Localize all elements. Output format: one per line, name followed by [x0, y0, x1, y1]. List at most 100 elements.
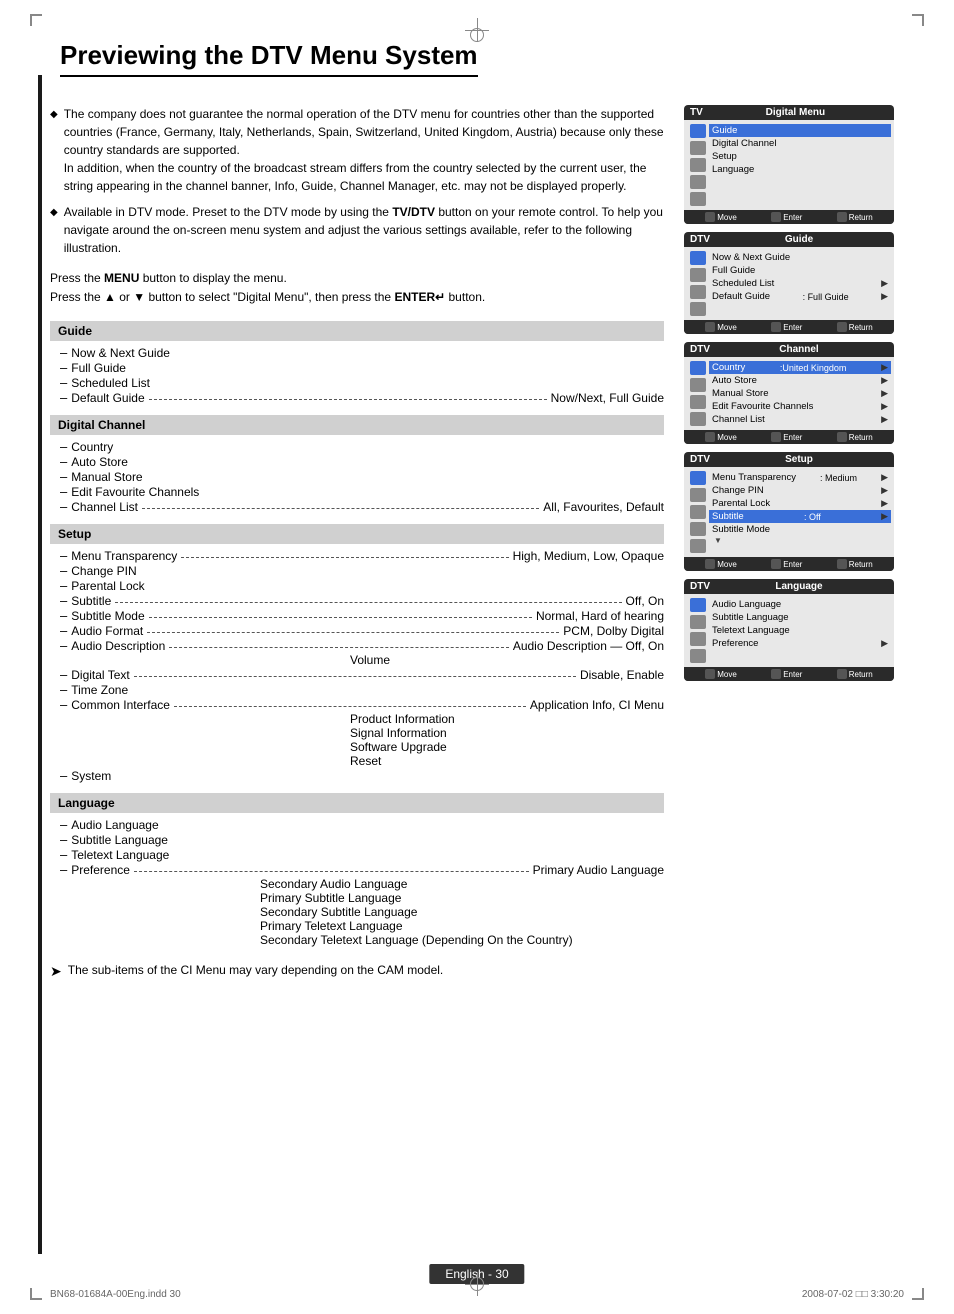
tv-panel-language: DTV Language Audio Language Subtit [684, 579, 894, 681]
setup-system-label: System [71, 769, 111, 783]
bullet-section: ◆ The company does not guarantee the nor… [50, 105, 664, 257]
setup-header: Setup [50, 524, 664, 544]
tv-footer-move-4: Move [705, 559, 737, 569]
tv-panel-digital-menu-content: Guide Digital Channel Setup Language [690, 124, 888, 206]
setup-menu-transparency: – Menu Transparency High, Medium, Low, O… [60, 548, 664, 563]
setup-digital-text-annotation: Disable, Enable [580, 668, 664, 682]
tv-icons-col-setup [690, 471, 708, 553]
tv-panel-language-title: Language [710, 581, 888, 592]
setup-system: – System [60, 768, 664, 783]
tv-footer-enter-3: Enter [771, 432, 802, 442]
tv-icon-lang-2 [690, 615, 706, 629]
setup-parental-lock: – Parental Lock [60, 578, 664, 593]
tv-footer-move-2: Move [705, 322, 737, 332]
setup-audio-format: – Audio Format PCM, Dolby Digital [60, 623, 664, 638]
tv-content-col-1: Guide Digital Channel Setup Language [712, 124, 888, 206]
tv-guide-scheduled: Scheduled List ▶ [712, 277, 888, 290]
lang-secondary-subtitle: Secondary Subtitle Language [60, 905, 664, 919]
tv-panel-guide-body: Now & Next Guide Full Guide Scheduled Li… [684, 247, 894, 320]
lang-primary-subtitle: Primary Subtitle Language [60, 891, 664, 905]
setup-subtitle-mode-annotation: Normal, Hard of hearing [536, 609, 664, 623]
tv-icons-col-language [690, 598, 708, 663]
setup-ci-reset: Reset [60, 754, 664, 768]
lang-audio-label: Audio Language [71, 818, 158, 832]
lang-secondary-audio: Secondary Audio Language [60, 877, 664, 891]
tv-icon-4 [690, 175, 706, 189]
tv-guide-now-next: Now & Next Guide [712, 251, 888, 264]
setup-digital-text-line [134, 676, 576, 677]
language-header: Language [50, 793, 664, 813]
setup-ci-software: Software Upgrade [60, 740, 664, 754]
tv-lang-audio: Audio Language [712, 598, 888, 611]
tv-footer-return-3: Return [837, 432, 873, 442]
lang-preference: – Preference Primary Audio Language [60, 862, 664, 877]
setup-digital-text-label: Digital Text [71, 668, 129, 682]
tv-panel-setup-label: DTV [690, 454, 710, 465]
bottom-crosshair [465, 1272, 489, 1296]
dc-channel-list: – Channel List All, Favourites, Default [60, 499, 664, 514]
tv-guide-full: Full Guide [712, 264, 888, 277]
dc-edit-fav-label: Edit Favourite Channels [71, 485, 199, 499]
guide-default-line [149, 399, 547, 400]
tv-panel-digital-menu: TV Digital Menu Guide [684, 105, 894, 224]
tv-panel-channel-title: Channel [710, 344, 888, 355]
tv-panel-guide-footer: Move Enter Return [684, 320, 894, 334]
tv-panel-language-content: Audio Language Subtitle Language Teletex… [690, 598, 888, 663]
tv-channel-auto-store: Auto Store ▶ [712, 374, 888, 387]
lang-primary-teletext: Primary Teletext Language [60, 919, 664, 933]
tv-menu-language: Language [712, 163, 888, 176]
digital-channel-section: Digital Channel – Country – Auto Store –… [50, 415, 664, 514]
setup-common-interface-annotation: Application Info, CI Menu [530, 698, 664, 712]
tv-icon-setup-4 [690, 522, 706, 536]
tv-panel-guide-title: Guide [710, 234, 888, 245]
setup-audio-desc-annotation: Audio Description — Off, On [513, 639, 664, 653]
tv-panel-setup: DTV Setup Menu Transparency : Med [684, 452, 894, 571]
bottom-note: ➤ The sub-items of the CI Menu may vary … [50, 963, 664, 980]
tv-icon-1 [690, 124, 706, 138]
tv-setup-subtitle-mode: Subtitle Mode [712, 523, 888, 536]
tv-panel-guide-label: DTV [690, 234, 710, 245]
digital-channel-items: – Country – Auto Store – Manual Store – … [50, 439, 664, 514]
left-accent-bar [38, 75, 42, 1254]
dc-auto-store: – Auto Store [60, 454, 664, 469]
setup-audio-format-annotation: PCM, Dolby Digital [563, 624, 664, 638]
setup-subtitle-mode: – Subtitle Mode Normal, Hard of hearing [60, 608, 664, 623]
tv-icon-setup-1 [690, 471, 706, 485]
tv-icon-channel-1 [690, 361, 706, 375]
tv-footer-return-1: Return [837, 212, 873, 222]
tv-icon-3 [690, 158, 706, 172]
tv-icon-lang-3 [690, 632, 706, 646]
tv-icon-guide-1 [690, 251, 706, 265]
setup-items: – Menu Transparency High, Medium, Low, O… [50, 548, 664, 783]
guide-item-default: – Default Guide Now/Next, Full Guide [60, 390, 664, 405]
tv-panel-guide-content: Now & Next Guide Full Guide Scheduled Li… [690, 251, 888, 316]
tv-icon-lang-1 [690, 598, 706, 612]
tv-panel-digital-menu-body: Guide Digital Channel Setup Language [684, 120, 894, 210]
tv-footer-enter-4: Enter [771, 559, 802, 569]
dc-channel-list-annotation: All, Favourites, Default [543, 500, 664, 514]
lang-teletext: – Teletext Language [60, 847, 664, 862]
left-column: ◆ The company does not guarantee the nor… [50, 105, 664, 980]
language-items: – Audio Language – Subtitle Language – T… [50, 817, 664, 947]
language-section: Language – Audio Language – Subtitle Lan… [50, 793, 664, 947]
tv-icon-setup-2 [690, 488, 706, 502]
tv-guide-default: Default Guide : Full Guide ▶ [712, 290, 888, 303]
tv-setup-parental-lock: Parental Lock ▶ [712, 497, 888, 510]
tv-panel-guide: DTV Guide Now & Next Guide Full Gu [684, 232, 894, 334]
lang-audio: – Audio Language [60, 817, 664, 832]
tv-footer-enter-1: Enter [771, 212, 802, 222]
lang-secondary-teletext: Secondary Teletext Language (Depending O… [60, 933, 664, 947]
tv-footer-return-2: Return [837, 322, 873, 332]
tv-setup-subtitle: Subtitle : Off ▶ [709, 510, 891, 523]
tv-setup-menu-transparency: Menu Transparency : Medium ▶ [712, 471, 888, 484]
tv-icons-col-guide [690, 251, 708, 316]
dc-channel-list-label: Channel List [71, 500, 138, 514]
dc-manual-store-label: Manual Store [71, 470, 142, 484]
tv-icon-channel-3 [690, 395, 706, 409]
setup-subtitle-mode-label: Subtitle Mode [71, 609, 144, 623]
tv-icon-5 [690, 192, 706, 206]
tv-menu-digital-channel: Digital Channel [712, 137, 888, 150]
digital-channel-header: Digital Channel [50, 415, 664, 435]
tv-panel-channel-body: Country :United Kingdom ▶ Auto Store ▶ M… [684, 357, 894, 430]
setup-section: Setup – Menu Transparency High, Medium, … [50, 524, 664, 783]
